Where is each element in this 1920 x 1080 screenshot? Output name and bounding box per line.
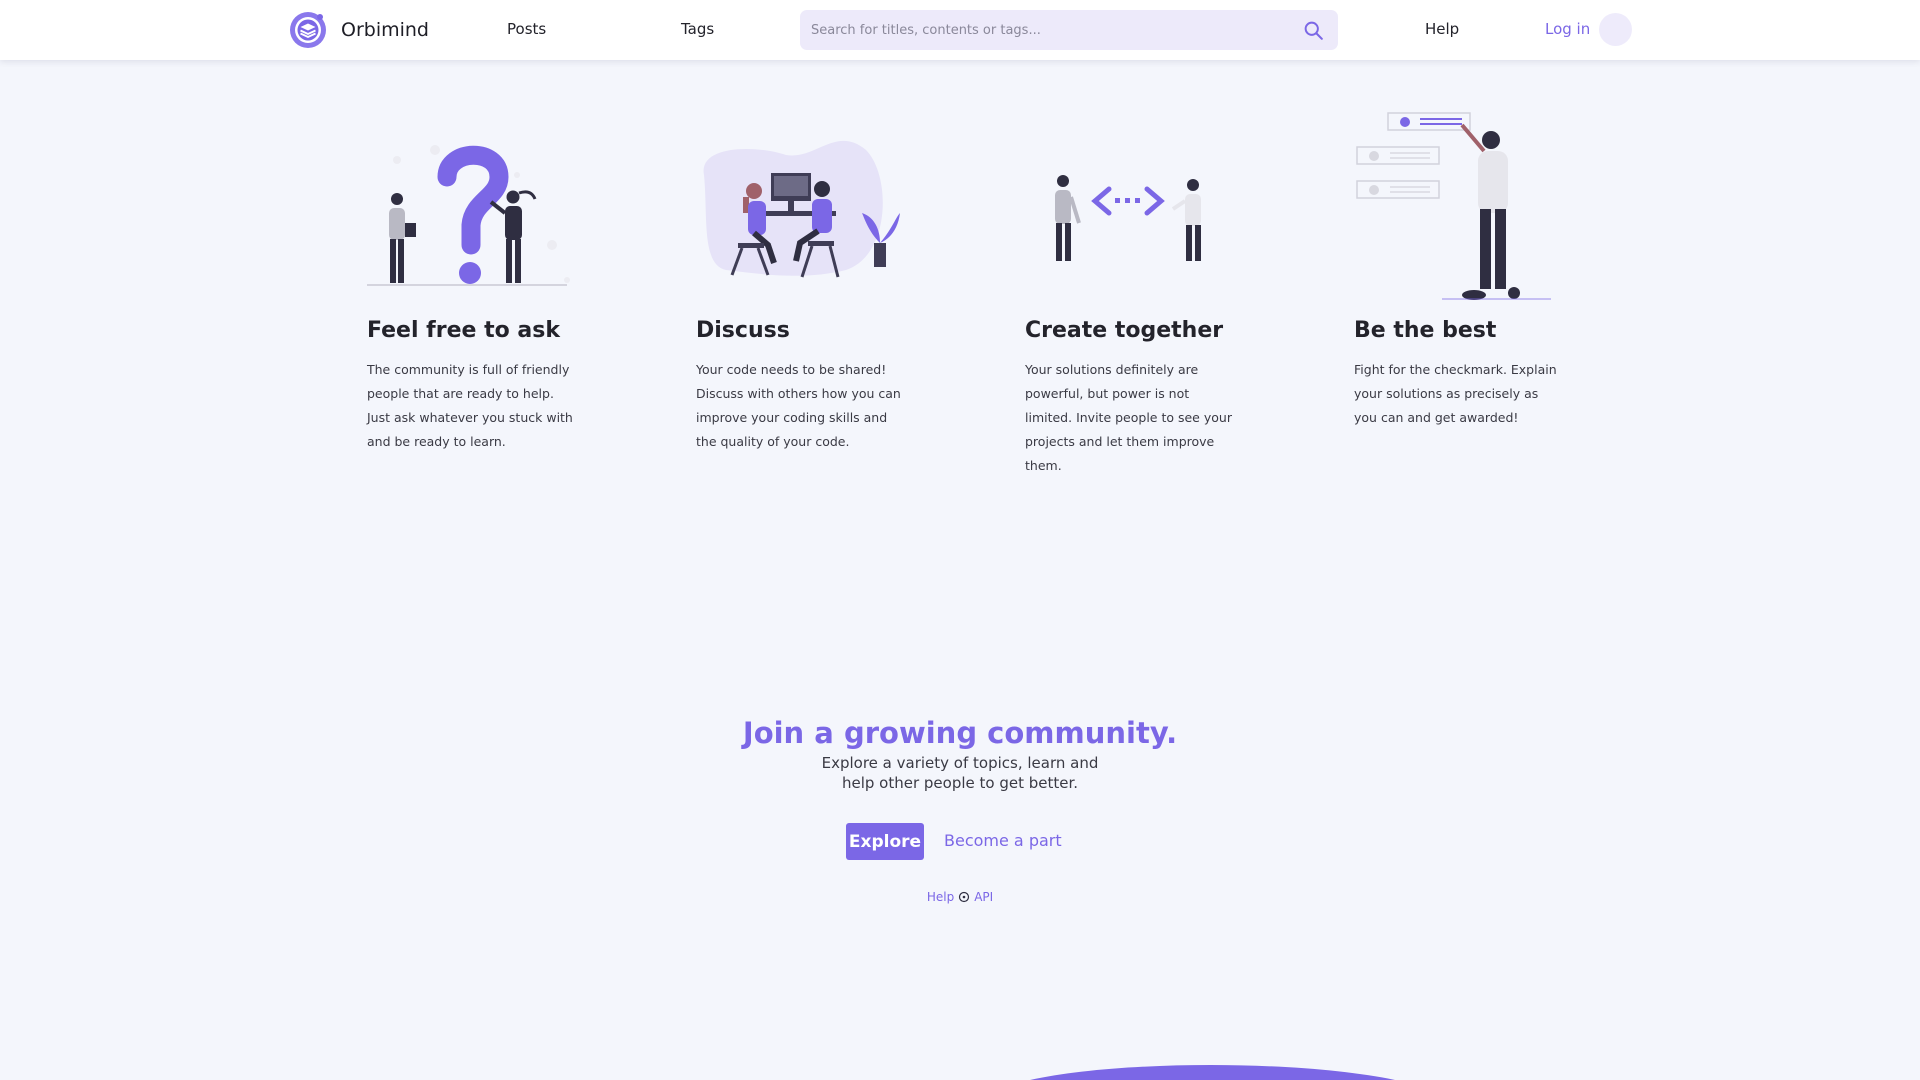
nav-posts-link[interactable]: Posts [507,20,546,38]
explore-button[interactable]: Explore [846,823,924,860]
standing-person-checklist-illustration-icon [1356,112,1551,300]
avatar[interactable] [1599,13,1632,46]
feature-title: Create together [1025,318,1224,343]
bottom-wave-decoration [1030,1065,1395,1080]
feature-description: Your solutions definitely are powerful, … [1025,362,1232,473]
search-input[interactable] [800,10,1290,50]
search-bar [800,10,1338,50]
search-icon[interactable] [1303,20,1324,41]
feature-description: Your code needs to be shared! Discuss wi… [696,362,901,449]
discuss-desk-illustration-icon [703,140,900,278]
feature-title: Feel free to ask [367,318,560,343]
circle-separator-icon [959,891,970,903]
cta-subtitle: Explore a variety of topics, learn and h… [821,754,1099,792]
brand-name: Orbimind [341,19,429,41]
footer-links: Help API [0,890,1920,904]
footer-api-link[interactable]: API [974,890,993,904]
become-a-part-link[interactable]: Become a part [944,831,1062,850]
feature-title: Be the best [1354,318,1497,343]
nav-help-link[interactable]: Help [1425,20,1459,38]
question-people-illustration-icon [367,145,570,286]
orbimind-logo-icon [290,12,326,48]
nav-tags-link[interactable]: Tags [681,20,714,38]
cta-heading: Join a growing community. [742,716,1178,750]
feature-title: Discuss [696,318,790,343]
top-navigation-bar: Orbimind Posts Tags Help Log in [0,0,1920,60]
brand-logo-link[interactable]: Orbimind [289,11,429,49]
login-link[interactable]: Log in [1545,20,1590,38]
code-collaboration-illustration-icon [1055,175,1201,261]
footer-help-link[interactable]: Help [927,890,954,904]
feature-description: Fight for the checkmark. Explain your so… [1354,362,1557,425]
feature-description: The community is full of friendly people… [367,362,573,449]
